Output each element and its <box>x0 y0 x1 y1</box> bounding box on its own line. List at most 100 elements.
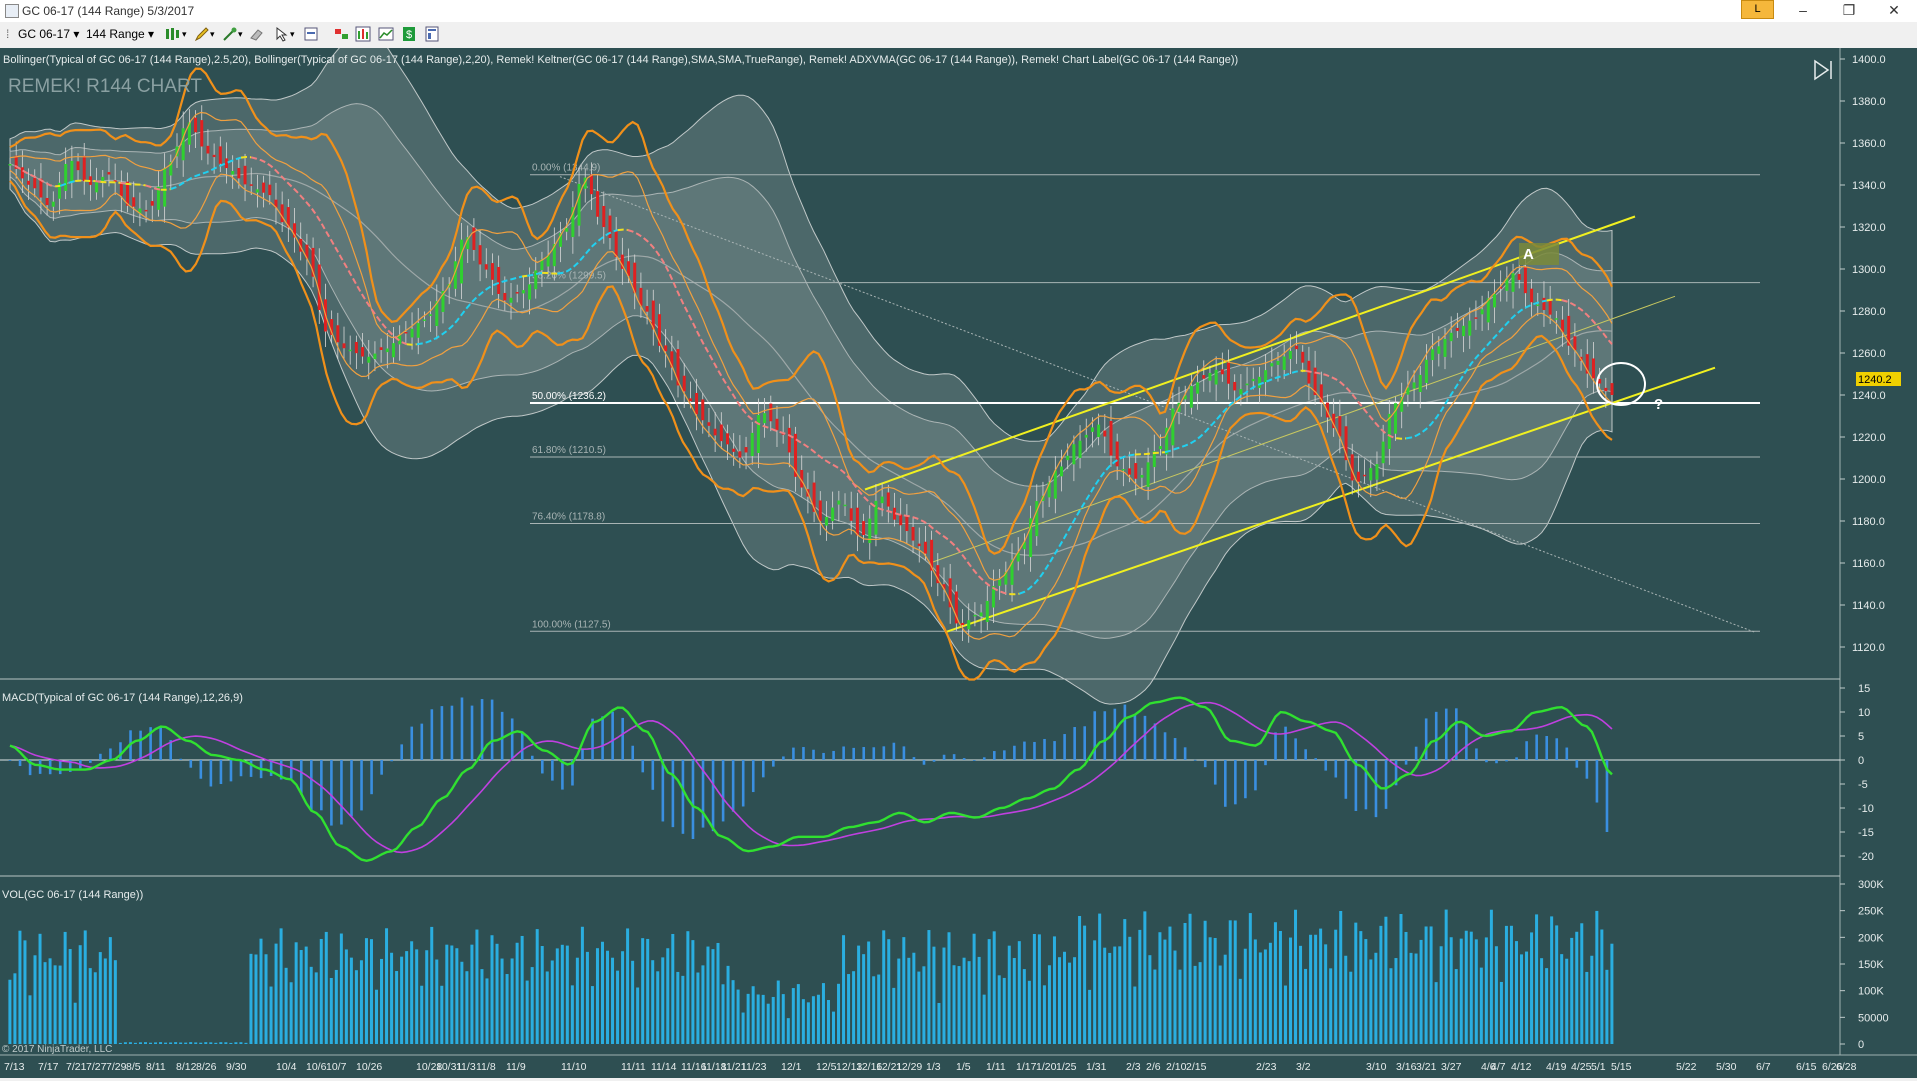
draw-tool-dropdown-icon[interactable]: ▾ <box>238 26 243 43</box>
volume-bar <box>410 941 413 1044</box>
volume-bar <box>1515 941 1518 1044</box>
candle-body <box>1233 382 1236 390</box>
candle-body <box>1598 379 1601 383</box>
volume-bar <box>516 943 519 1044</box>
candle-body <box>862 521 865 535</box>
maximize-button[interactable]: ❐ <box>1826 0 1872 22</box>
period-selector[interactable]: 144 Range ▾ <box>86 26 154 43</box>
volume-bar <box>395 971 398 1044</box>
x-axis-label: 1/11 <box>986 1061 1006 1073</box>
candle-body <box>1425 360 1428 383</box>
price-tick-label: 1240.0 <box>1852 390 1886 402</box>
volume-bar <box>1334 930 1337 1044</box>
chart-area[interactable]: 0.00% (1344.9)38.20% (1299.5)50.00% (123… <box>0 48 1917 1078</box>
volume-bar <box>1299 946 1302 1044</box>
volume-bar <box>1143 911 1146 1044</box>
price-tick-label: 1260.0 <box>1852 348 1886 360</box>
x-axis-label: 3/10 <box>1366 1061 1387 1073</box>
candle-body <box>1239 389 1242 395</box>
properties-icon[interactable] <box>424 26 440 42</box>
x-axis-label: 3/27 <box>1441 1061 1462 1073</box>
bar-style-dropdown-icon[interactable]: ▾ <box>182 26 187 43</box>
close-button[interactable]: ✕ <box>1871 0 1917 22</box>
volume-bar <box>1058 957 1061 1044</box>
macd-histogram-bar <box>1455 708 1458 760</box>
dollar-icon[interactable]: $ <box>401 26 417 42</box>
candle-body <box>1035 501 1038 536</box>
volume-bar <box>1063 952 1066 1044</box>
minimize-button[interactable]: – <box>1780 0 1826 22</box>
macd-histogram-bar <box>1184 747 1187 760</box>
pencil-icon[interactable] <box>194 26 210 42</box>
volume-bar <box>64 932 67 1044</box>
volume-bar <box>907 958 910 1044</box>
volume-bar <box>249 954 252 1044</box>
eraser-icon[interactable] <box>248 26 264 42</box>
macd-histogram-bar <box>1194 760 1197 761</box>
macd-histogram-bar <box>461 698 464 760</box>
volume-bar <box>506 974 509 1044</box>
cursor-icon[interactable] <box>274 26 290 42</box>
volume-bar <box>842 935 845 1044</box>
candle-body <box>46 198 49 205</box>
candle-body <box>980 612 983 616</box>
candle-body <box>701 399 704 420</box>
macd-histogram-bar <box>1425 718 1428 760</box>
draw-tool-icon[interactable] <box>222 26 238 42</box>
volume-bar <box>1349 972 1352 1044</box>
link-button[interactable]: L <box>1741 0 1774 19</box>
candle-body <box>237 168 240 178</box>
volume-bar <box>601 942 604 1044</box>
candle-body <box>1468 321 1471 336</box>
candle-body <box>491 263 494 280</box>
candle-body <box>1549 301 1552 315</box>
volume-bar <box>270 987 273 1044</box>
volume-bar <box>877 975 880 1044</box>
strategies-icon[interactable] <box>334 26 350 42</box>
volume-bar <box>566 946 569 1044</box>
macd-histogram-bar <box>872 747 875 760</box>
macd-histogram-bar <box>109 748 112 760</box>
price-tick-label: 1380.0 <box>1852 96 1886 108</box>
volume-bar <box>1289 938 1292 1044</box>
pencil-dropdown-icon[interactable]: ▾ <box>210 26 215 43</box>
bar-style-icon[interactable] <box>164 26 180 42</box>
macd-histogram-bar <box>812 750 815 760</box>
macd-histogram-bar <box>1465 725 1468 760</box>
macd-histogram-bar <box>59 760 62 774</box>
x-axis-label: 11/3 <box>456 1061 476 1073</box>
macd-histogram-bar <box>230 760 233 781</box>
volume-bar <box>1540 958 1543 1044</box>
macd-histogram-bar <box>1375 760 1378 817</box>
volume-bar <box>792 988 795 1044</box>
instrument-selector[interactable]: GC 06-17 ▾ <box>18 26 79 43</box>
candle-body <box>738 451 741 457</box>
chart-trader-icon[interactable] <box>378 26 394 42</box>
volume-bar <box>184 1043 187 1044</box>
candle-body <box>763 413 766 423</box>
x-axis-label: 3/21 <box>1416 1061 1437 1073</box>
volume-bar <box>1450 937 1453 1044</box>
candle-body <box>905 515 908 531</box>
chart-canvas[interactable]: 0.00% (1344.9)38.20% (1299.5)50.00% (123… <box>0 48 1917 1078</box>
data-box-icon[interactable] <box>303 26 319 42</box>
volume-bar <box>1274 922 1277 1044</box>
x-axis-label: 11/23 <box>741 1061 767 1073</box>
volume-bar <box>1374 953 1377 1044</box>
candle-body <box>646 306 649 312</box>
volume-bar <box>661 957 664 1044</box>
x-axis-label: 9/30 <box>226 1061 247 1073</box>
macd-histogram-bar <box>551 760 554 781</box>
candle-body <box>1462 326 1465 336</box>
volume-tick-label: 300K <box>1858 879 1884 891</box>
macd-histogram-bar <box>200 760 203 779</box>
candle-body <box>967 620 970 629</box>
macd-histogram-bar <box>250 760 253 777</box>
scroll-end-icon[interactable] <box>1815 61 1831 79</box>
cursor-dropdown-icon[interactable]: ▾ <box>290 26 295 43</box>
macd-label: MACD(Typical of GC 06-17 (144 Range),12,… <box>2 692 243 704</box>
volume-bar <box>415 949 418 1044</box>
candle-body <box>1190 386 1193 408</box>
volume-bar <box>1480 968 1483 1044</box>
indicators-icon[interactable] <box>355 26 371 42</box>
